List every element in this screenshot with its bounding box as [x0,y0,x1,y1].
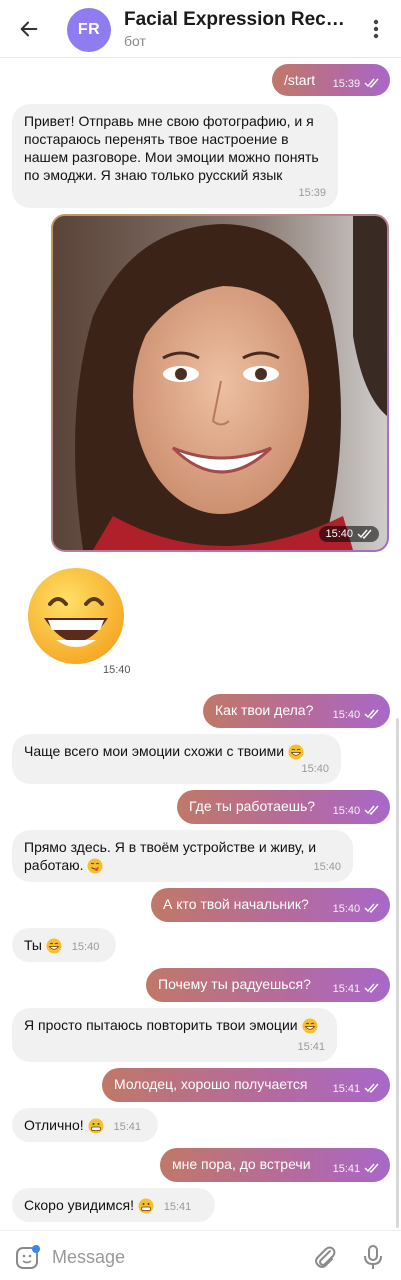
incoming-message[interactable]: Я просто пытаюсь повторить твои эмоции 1… [12,1008,337,1062]
grinning-emoji-icon [46,938,62,954]
photo-message[interactable]: 15:40 [51,214,389,552]
back-button[interactable] [14,14,44,44]
double-check-icon [364,709,379,720]
message-text: Молодец, хорошо получается [114,1076,308,1092]
message-time: 15:40 [332,903,361,915]
double-check-icon [364,903,379,914]
message-time: 15:41 [163,1201,192,1213]
scrollbar[interactable] [396,718,399,1228]
outgoing-message[interactable]: Где ты работаешь? 15:40 [177,790,390,824]
message-text: Прямо здесь. Я в твоём устройстве и живу… [24,839,317,874]
message-time: 15:40 [325,528,353,540]
more-button[interactable] [362,14,390,44]
double-check-icon [364,1083,379,1094]
message-time: 15:41 [113,1121,141,1133]
message-time: 15:40 [313,861,341,873]
yum-emoji-icon [87,858,103,874]
message-input-bar: Message [0,1230,401,1280]
outgoing-message[interactable]: мне пора, до встречи 15:41 [160,1148,390,1182]
message-time: 15:39 [298,187,326,199]
message-input[interactable]: Message [52,1247,125,1268]
message-time: 15:41 [332,983,361,995]
message-time: 15:40 [332,709,361,721]
incoming-message[interactable]: Чаще всего мои эмоции схожи с твоими 15:… [12,734,341,784]
message-text: Скоро увидимся! [24,1197,134,1213]
message-time: 15:40 [332,805,361,817]
outgoing-message[interactable]: Молодец, хорошо получается 15:41 [102,1068,390,1102]
photo-time: 15:40 [319,526,379,542]
message-text: Я просто пытаюсь повторить твои эмоции [24,1016,326,1034]
outgoing-message[interactable]: Как твои дела? 15:40 [203,694,390,728]
more-vertical-icon [373,19,379,39]
chat-subtitle: бот [124,33,146,49]
message-text: Почему ты радуешься? [158,976,311,992]
microphone-icon [364,1245,382,1269]
message-time: 15:40 [71,941,100,953]
grimacing-emoji-icon [88,1118,104,1134]
message-time: 15:39 [332,78,361,90]
message-text: мне пора, до встречи [172,1156,311,1172]
outgoing-message[interactable]: Почему ты радуешься? 15:41 [146,968,390,1002]
message-text: Привет! Отправь мне свою фотографию, и я… [24,113,319,183]
avatar[interactable]: FR [67,8,111,52]
message-text: Как твои дела? [215,702,314,718]
message-time: 15:40 [301,763,329,775]
portrait-photo [53,216,387,550]
incoming-message[interactable]: Скоро увидимся! 15:41 [12,1188,215,1222]
paperclip-icon [315,1246,336,1268]
message-text: Чаще всего мои эмоции схожи с твоими [24,743,285,759]
message-time: 15:40 [103,664,131,676]
grinning-face-sticker [28,568,124,664]
double-check-icon [357,529,372,539]
incoming-message[interactable]: Прямо здесь. Я в твоём устройстве и живу… [12,830,353,882]
message-text: Отлично! [24,1117,84,1133]
incoming-message[interactable]: Отлично! 15:41 [12,1108,158,1142]
double-check-icon [364,78,379,89]
message-text: Ты [24,937,42,953]
incoming-message[interactable]: Ты 15:40 [12,928,116,962]
grimacing-emoji-icon [138,1198,154,1214]
double-check-icon [364,805,379,816]
sticker-button[interactable] [14,1243,42,1271]
incoming-message[interactable]: Привет! Отправь мне свою фотографию, и я… [12,104,338,208]
outgoing-message[interactable]: /start 15:39 [272,64,390,96]
message-text: /start [284,72,316,88]
arrow-left-icon [20,21,38,37]
message-time: 15:41 [297,1041,325,1053]
sticker-icon [16,1245,40,1269]
chat-title[interactable]: Facial Expression Recog... [124,9,354,31]
grinning-emoji-icon [302,1018,317,1034]
grinning-emoji-icon [288,744,304,760]
message-time: 15:41 [332,1083,361,1095]
message-time: 15:41 [332,1163,361,1175]
outgoing-message[interactable]: А кто твой начальник? 15:40 [151,888,390,922]
message-text: А кто твой начальник? [163,896,309,912]
sticker-message[interactable] [26,566,126,666]
microphone-button[interactable] [360,1243,386,1271]
double-check-icon [364,1163,379,1174]
double-check-icon [364,983,379,994]
chat-header: FR Facial Expression Recog... бот [0,0,401,58]
message-text: Где ты работаешь? [189,798,316,814]
attach-button[interactable] [312,1243,338,1271]
